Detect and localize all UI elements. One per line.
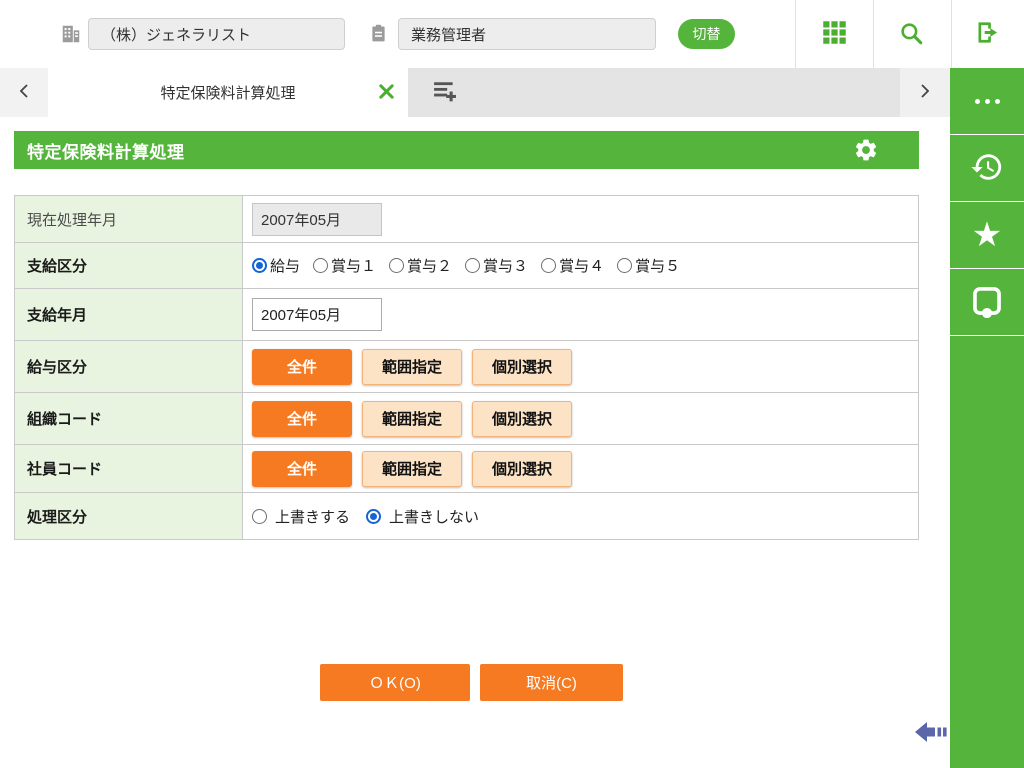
radio-label: 賞与５ [635, 258, 681, 275]
cancel-button[interactable]: 取消(C) [480, 664, 623, 701]
prev-tab-button[interactable] [0, 68, 48, 117]
individual-button[interactable]: 個別選択 [472, 450, 572, 487]
all-button[interactable]: 全件 [252, 348, 352, 385]
favorite-star-icon: ★ [971, 216, 1003, 254]
prev-tab-icon [17, 82, 31, 103]
history-button[interactable] [950, 135, 1024, 202]
radio-option-shoyo3[interactable]: 賞与３ [465, 255, 528, 276]
next-tab-button[interactable] [900, 68, 950, 117]
next-tab-icon [918, 82, 932, 103]
radio-icon [313, 258, 329, 273]
logout-button[interactable] [965, 12, 1009, 56]
radio-label: 賞与４ [559, 258, 605, 275]
settings-button[interactable] [853, 137, 879, 163]
page-title-bar: 特定保険料計算処理 [14, 131, 919, 169]
form-row-salary-category: 給与区分 全件 範囲指定 個別選択 [15, 341, 918, 393]
radio-option-kyuyo[interactable]: 給与 [252, 255, 300, 276]
all-button[interactable]: 全件 [252, 450, 352, 487]
search-button[interactable] [889, 12, 933, 56]
row-label: 給与区分 [15, 341, 243, 392]
all-button[interactable]: 全件 [252, 400, 352, 437]
radio-icon [252, 508, 267, 524]
header-divider [951, 0, 952, 68]
payment-period-field[interactable] [252, 298, 382, 331]
app-window: 切替 [0, 0, 1024, 768]
radio-option-shoyo4[interactable]: 賞与４ [541, 255, 604, 276]
radio-label: 給与 [270, 258, 301, 275]
range-button[interactable]: 範囲指定 [362, 450, 462, 487]
add-tab-button[interactable] [412, 68, 478, 117]
action-bar: ＯＫ(O) 取消(C) [320, 664, 623, 701]
radio-icon [389, 258, 405, 273]
tab-active[interactable]: 特定保険料計算処理 [48, 68, 408, 117]
logout-icon [974, 19, 1001, 49]
radio-option-shoyo5[interactable]: 賞与５ [617, 255, 680, 276]
radio-label: 賞与２ [407, 258, 453, 275]
tab-title: 特定保険料計算処理 [160, 85, 296, 102]
individual-button[interactable]: 個別選択 [472, 348, 572, 385]
form-row-current-period: 現在処理年月 [15, 196, 918, 243]
clipboard-icon [368, 23, 389, 49]
company-field[interactable] [88, 18, 345, 50]
add-tab-icon [433, 80, 457, 105]
settings-form: 現在処理年月 支給区分 給与 賞与１ 賞与２ 賞与３ 賞与４ 賞与５ 支給年月 [14, 195, 919, 540]
search-icon [898, 20, 924, 49]
gear-icon [853, 139, 879, 166]
form-row-org-code: 組織コード 全件 範囲指定 個別選択 [15, 393, 918, 445]
favorites-button[interactable]: ★ [950, 202, 1024, 269]
page-title: 特定保険料計算処理 [27, 142, 185, 162]
form-row-payment-type: 支給区分 給与 賞与１ 賞与２ 賞与３ 賞与４ 賞与５ [15, 243, 918, 289]
building-icon [60, 23, 82, 50]
row-label: 組織コード [15, 393, 243, 444]
role-field[interactable] [398, 18, 656, 50]
radio-checked-icon [366, 508, 382, 524]
row-label: 社員コード [15, 445, 243, 492]
radio-label: 上書きしない [389, 508, 480, 526]
row-label: 支給年月 [15, 289, 243, 340]
more-ellipsis-icon [974, 98, 1000, 104]
header-divider [795, 0, 796, 68]
switch-button[interactable]: 切替 [678, 19, 735, 49]
form-row-payment-period: 支給年月 [15, 289, 918, 341]
radio-option-shoyo2[interactable]: 賞与２ [389, 255, 452, 276]
radio-option-overwrite[interactable]: 上書きする [252, 506, 350, 527]
radio-option-no-overwrite[interactable]: 上書きしない [366, 506, 479, 527]
radio-icon [465, 258, 481, 273]
history-icon [970, 150, 1004, 187]
apps-grid-icon [822, 20, 847, 48]
apps-grid-button[interactable] [812, 12, 856, 56]
radio-icon [617, 258, 633, 273]
radio-label: 上書きする [275, 508, 351, 526]
top-header: 切替 [0, 0, 1024, 68]
right-sidebar: ★ [950, 68, 1024, 768]
radio-checked-icon [252, 258, 267, 273]
radio-label: 賞与１ [331, 258, 377, 275]
close-icon [378, 83, 395, 103]
device-icon [970, 284, 1004, 321]
row-label: 処理区分 [15, 493, 243, 539]
ok-button[interactable]: ＯＫ(O) [320, 664, 470, 701]
current-period-field [252, 202, 382, 236]
more-menu-button[interactable] [950, 68, 1024, 135]
radio-label: 賞与３ [483, 258, 529, 275]
range-button[interactable]: 範囲指定 [362, 348, 462, 385]
collapse-panel-icon [914, 722, 948, 749]
close-tab-button[interactable] [376, 83, 396, 103]
collapse-panel-button[interactable] [914, 719, 948, 747]
row-label: 現在処理年月 [15, 196, 243, 242]
range-button[interactable]: 範囲指定 [362, 400, 462, 437]
individual-button[interactable]: 個別選択 [472, 400, 572, 437]
tab-bar: 特定保険料計算処理 [0, 68, 950, 117]
radio-option-shoyo1[interactable]: 賞与１ [313, 255, 376, 276]
row-label: 支給区分 [15, 243, 243, 288]
device-panel-button[interactable] [950, 269, 1024, 336]
form-row-employee-code: 社員コード 全件 範囲指定 個別選択 [15, 445, 918, 493]
header-divider [873, 0, 874, 68]
form-row-process-type: 処理区分 上書きする 上書きしない [15, 493, 918, 539]
radio-icon [541, 258, 557, 273]
